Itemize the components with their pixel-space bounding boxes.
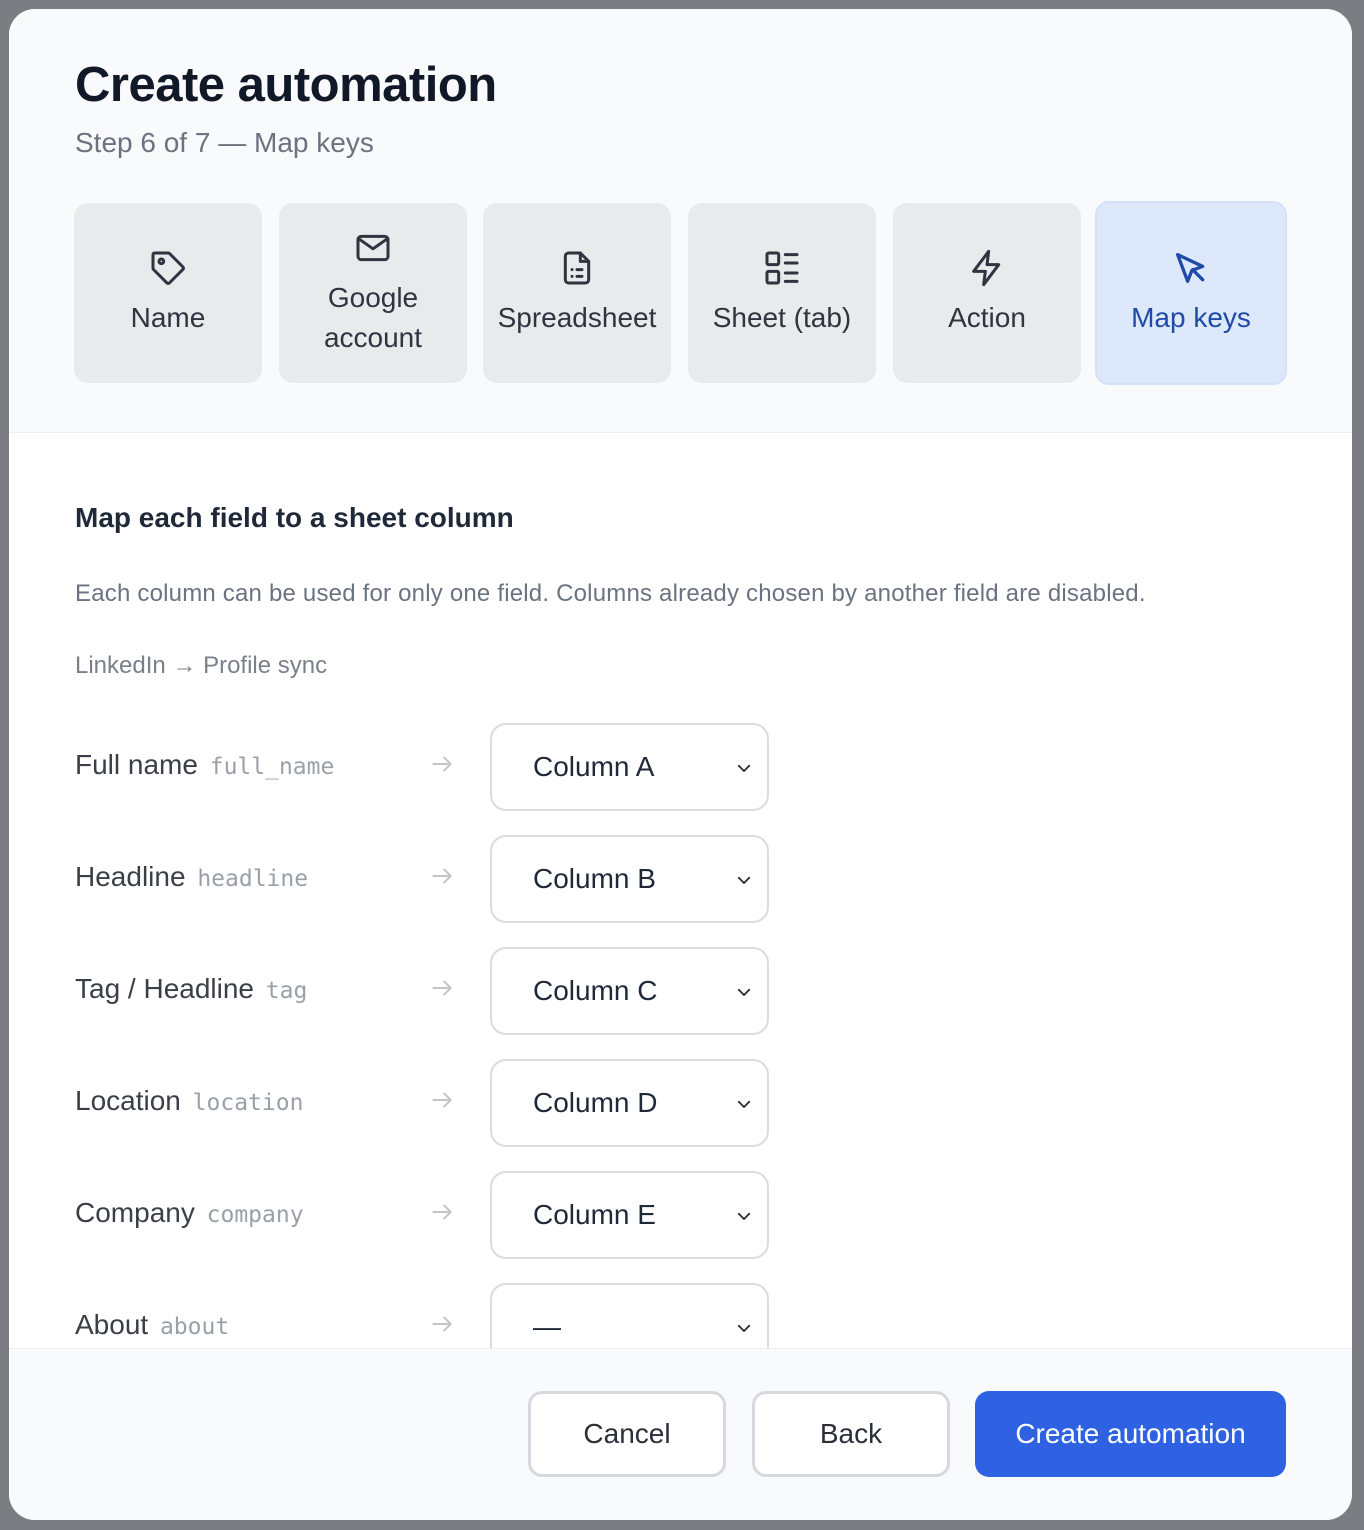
column-select[interactable]: Column D	[490, 1059, 769, 1147]
field-key: full_name	[209, 754, 335, 780]
column-select[interactable]: Column B	[490, 835, 769, 923]
section-title: Map each field to a sheet column	[75, 502, 514, 533]
arrow-right-icon	[432, 756, 452, 772]
dialog-header: Create automation Step 6 of 7 — Map keys…	[9, 9, 1352, 433]
help-text: Each column can be used for only one fie…	[75, 580, 1146, 607]
mail-icon	[353, 228, 393, 268]
chevron-down-icon	[737, 876, 751, 884]
dialog-footer: Cancel Back Create automation	[9, 1348, 1352, 1520]
mapping-row: Full name full_name Column A	[75, 723, 795, 811]
step-spreadsheet[interactable]: Spreadsheet	[483, 203, 671, 383]
field-label: Full name	[75, 749, 198, 780]
step-label: Sheet (tab)	[712, 302, 852, 333]
column-select-value: Column A	[533, 751, 655, 782]
column-select-value: Column C	[533, 975, 658, 1006]
column-select[interactable]: Column A	[490, 723, 769, 811]
tag-icon	[148, 248, 188, 288]
step-action[interactable]: Action	[893, 203, 1081, 383]
back-button[interactable]: Back	[752, 1391, 950, 1477]
cursor-arrow-icon	[1171, 248, 1211, 288]
field-label: Location	[75, 1085, 181, 1116]
chevron-down-icon	[737, 988, 751, 996]
column-select[interactable]: —	[490, 1283, 769, 1356]
chevron-down-icon	[737, 1324, 751, 1332]
arrow-right-icon	[432, 868, 452, 884]
field-key: company	[206, 1202, 304, 1228]
column-select-value: Column D	[533, 1087, 658, 1118]
mapping-row: Headline headline Column B	[75, 835, 795, 923]
field-key: location	[192, 1090, 304, 1116]
spreadsheet-file-icon	[557, 248, 597, 288]
arrow-right-icon	[432, 980, 452, 996]
sheet-grid-icon	[762, 248, 802, 288]
column-select-value: —	[533, 1311, 561, 1342]
chevron-down-icon	[737, 764, 751, 772]
mapping-row: About about —	[75, 1283, 795, 1356]
mapping-source-label: LinkedIn → Profile sync	[75, 652, 328, 679]
step-name[interactable]: Name	[74, 203, 262, 383]
mapping-row: Company company Column E	[75, 1171, 795, 1259]
dialog-title: Create automation	[75, 58, 497, 112]
stepper: Name Google account Spreadsheet Sheet (t…	[74, 201, 1289, 385]
step-label: Name	[130, 302, 206, 333]
create-automation-button[interactable]: Create automation	[975, 1391, 1286, 1477]
field-label: About	[75, 1309, 149, 1340]
cancel-button[interactable]: Cancel	[528, 1391, 726, 1477]
mapping-row: Tag / Headline tag Column C	[75, 947, 795, 1035]
step-label: Google account	[323, 282, 423, 353]
lightning-icon	[967, 248, 1007, 288]
field-key: tag	[265, 978, 308, 1004]
arrow-right-icon	[432, 1092, 452, 1108]
chevron-down-icon	[737, 1212, 751, 1220]
step-sheet-tab[interactable]: Sheet (tab)	[688, 203, 876, 383]
field-label: Tag / Headline	[75, 973, 255, 1004]
step-label: Spreadsheet	[497, 302, 657, 333]
column-select[interactable]: Column C	[490, 947, 769, 1035]
field-key: headline	[197, 866, 309, 892]
chevron-down-icon	[737, 1100, 751, 1108]
mapping-row: Location location Column D	[75, 1059, 795, 1147]
step-map-keys[interactable]: Map keys	[1095, 201, 1287, 385]
create-automation-dialog: Create automation Step 6 of 7 — Map keys…	[9, 9, 1352, 1520]
column-select-value: Column B	[533, 863, 656, 894]
column-select-value: Column E	[533, 1199, 656, 1230]
step-google-account[interactable]: Google account	[279, 203, 467, 383]
step-label: Map keys	[1131, 302, 1251, 333]
step-label: Action	[948, 302, 1026, 333]
field-label: Headline	[75, 861, 186, 892]
field-key: about	[159, 1314, 230, 1340]
column-select[interactable]: Column E	[490, 1171, 769, 1259]
step-indicator: Step 6 of 7 — Map keys	[75, 127, 374, 158]
arrow-right-icon	[432, 1316, 452, 1332]
arrow-right-icon	[432, 1204, 452, 1220]
dialog-body: Map each field to a sheet column Each co…	[9, 434, 1352, 1356]
field-label: Company	[75, 1197, 195, 1228]
